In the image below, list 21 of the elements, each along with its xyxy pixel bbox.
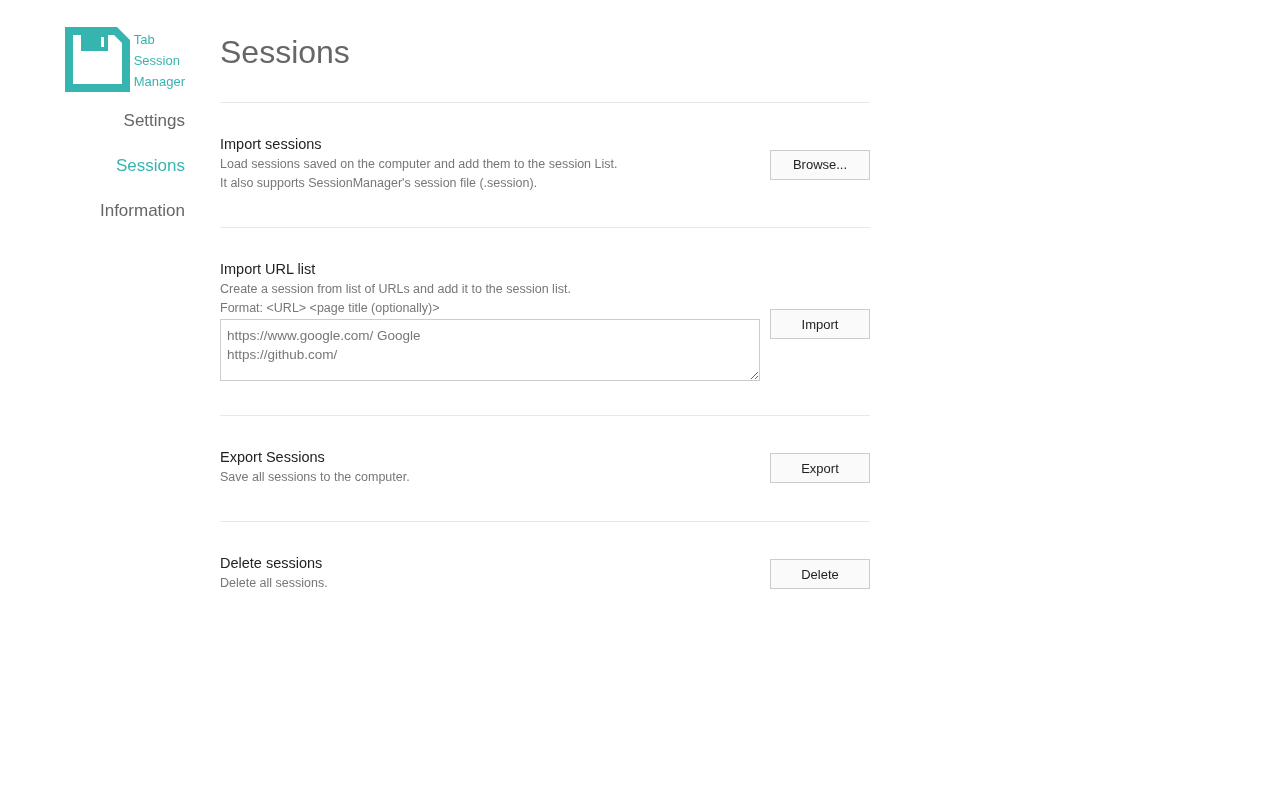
section-description: Save all sessions to the computer. — [220, 469, 411, 486]
app-name-line: Tab — [133, 31, 156, 49]
section-title: Import sessions — [220, 136, 323, 152]
section-title: Delete sessions — [220, 555, 324, 571]
app-name-line: Manager — [133, 73, 185, 91]
section-button[interactable]: Delete — [770, 559, 870, 589]
section-description: Load sessions saved on the computer and add them to the session List. — [220, 156, 619, 173]
sidebar-link[interactable]: Information — [99, 196, 185, 241]
section-description: It also supports SessionManager's session file (.session). — [220, 175, 539, 192]
section-description: Format: <URL> <page title (optionally)> — [220, 300, 441, 317]
section-title: Export Sessions — [220, 449, 326, 465]
url-list-field[interactable]: https://www.google.com/ Google https://github.com/ — [220, 319, 760, 381]
section-title: Import URL list — [220, 261, 317, 277]
section-button[interactable]: Browse... — [770, 149, 870, 180]
section-description: Create a session from list of URLs and add it to the session list. — [220, 281, 572, 298]
app-name-line: Session — [133, 52, 181, 70]
page-title: Sessions — [220, 34, 870, 103]
section-description: Delete all sessions. — [220, 575, 329, 592]
section-button[interactable]: Import — [770, 309, 870, 339]
sidebar-link[interactable]: Settings — [123, 106, 185, 151]
section-button[interactable]: Export — [770, 453, 870, 483]
